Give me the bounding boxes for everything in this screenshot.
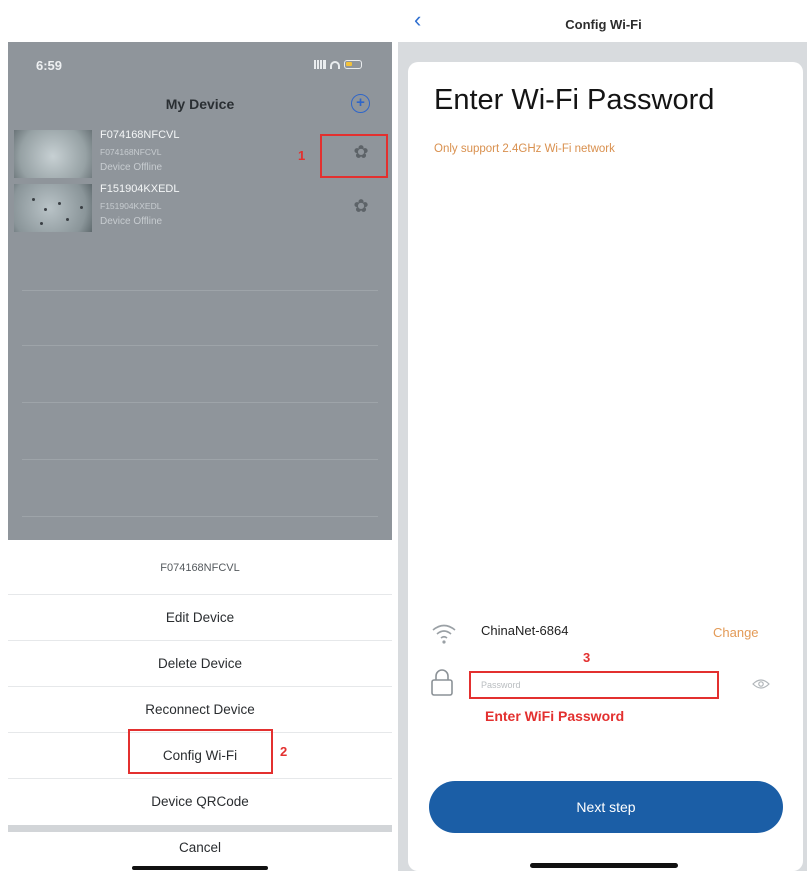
device-thumbnail [14,184,92,232]
device-thumbnail [14,130,92,178]
annotation-number-3: 3 [583,650,591,665]
device-status: Device Offline [100,162,163,173]
home-indicator [530,863,678,868]
home-indicator [132,866,268,870]
reconnect-device-item[interactable]: Reconnect Device [8,686,392,732]
signal-icon [314,60,326,69]
dimmed-device-list: 6:59 My Device + F074168NFCVL F074168NFC… [8,42,392,540]
page-heading: Enter Wi-Fi Password [434,84,715,116]
sheet-gap [8,825,392,832]
device-status: Device Offline [100,216,163,227]
password-input[interactable] [469,671,719,699]
next-step-button[interactable]: Next step [429,781,783,833]
change-network-link[interactable]: Change [713,625,759,640]
annotation-box-2 [128,729,273,774]
device-row[interactable]: F151904KXEDL F151904KXEDL Device Offline… [14,182,386,234]
delete-device-item[interactable]: Delete Device [8,640,392,686]
list-divider [22,459,378,460]
wifi-card [408,62,803,871]
cancel-button[interactable]: Cancel [8,840,392,855]
page-title: My Device [165,96,235,112]
wifi-icon [432,624,456,644]
list-divider [22,345,378,346]
device-name: F151904KXEDL [100,183,180,195]
device-name: F074168NFCVL [100,129,180,141]
list-divider [22,290,378,291]
device-qrcode-item[interactable]: Device QRCode [8,778,392,824]
add-device-icon[interactable]: + [351,94,370,113]
annotation-number-1: 1 [298,148,306,163]
annotation-box-1 [320,134,388,178]
eye-icon[interactable] [752,678,770,690]
nav-title: Config Wi-Fi [565,17,642,32]
status-time: 6:59 [36,58,63,73]
wifi-status-icon [330,60,340,69]
annotation-number-2: 2 [280,744,288,759]
action-sheet-title: F074168NFCVL [160,562,240,574]
gear-icon[interactable]: ✿ [353,197,369,215]
list-divider [22,402,378,403]
device-id: F074168NFCVL [100,147,162,157]
list-divider [22,516,378,517]
lock-icon [431,669,453,696]
annotation-enter-wifi-password: Enter WiFi Password [485,708,625,724]
left-phone-screen: 6:59 My Device + F074168NFCVL F074168NFC… [8,42,392,871]
edit-device-item[interactable]: Edit Device [8,594,392,640]
device-id: F151904KXEDL [100,201,162,211]
battery-icon [344,60,362,69]
wifi-ssid: ChinaNet-6864 [481,623,569,638]
status-icons [314,60,362,69]
frequency-note: Only support 2.4GHz Wi-Fi network [434,143,615,155]
